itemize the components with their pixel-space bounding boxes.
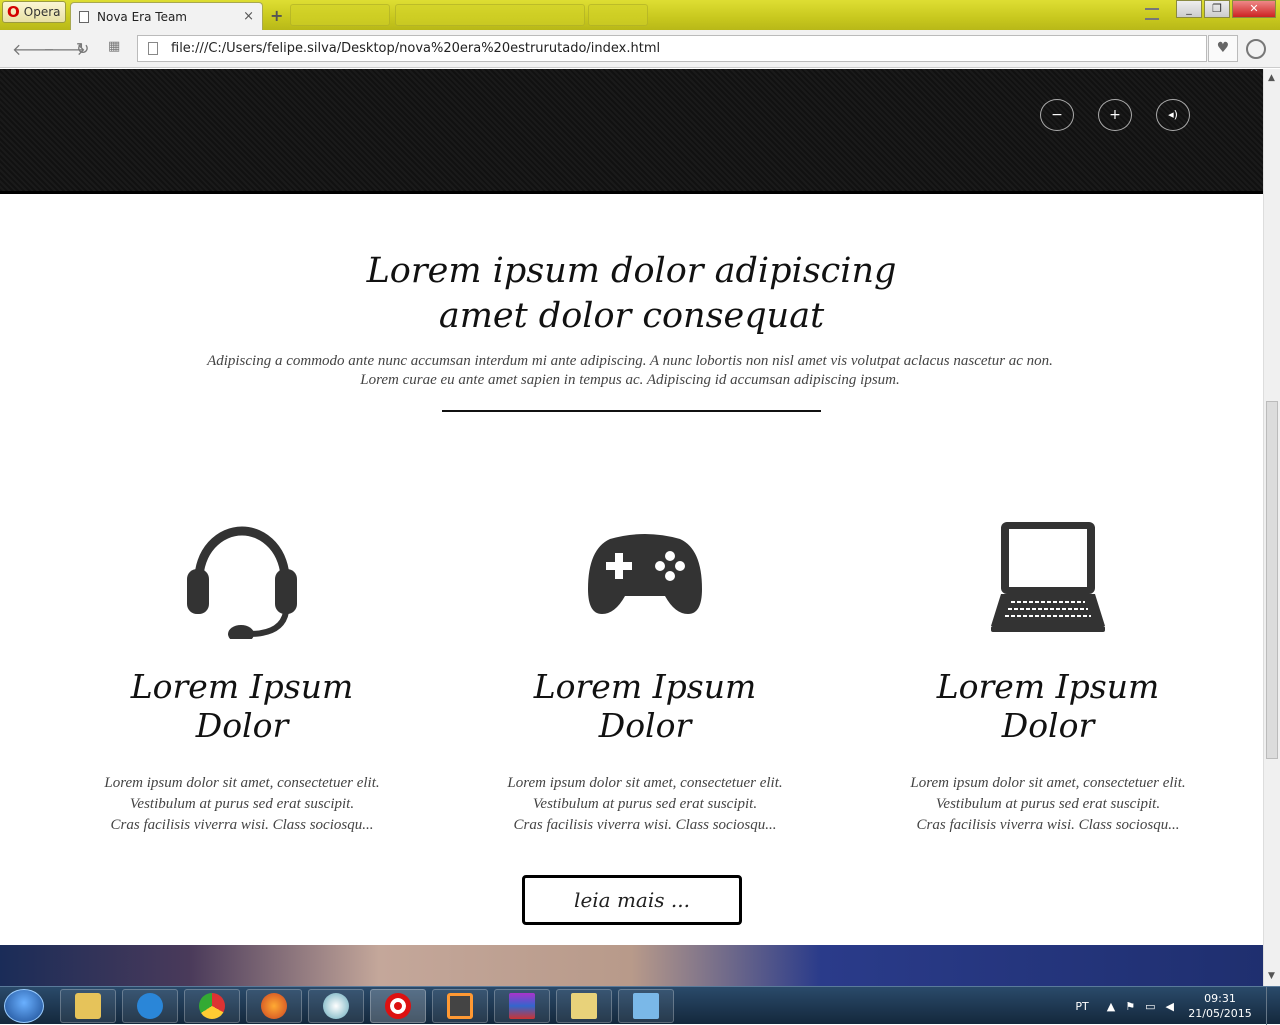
- winrar-icon: [509, 993, 535, 1019]
- read-more-button[interactable]: leia mais ...: [522, 875, 742, 925]
- windows-taskbar: PT ▲ ⚑ ▭ ◀ 09:31 21/05/2015: [0, 986, 1280, 1025]
- clock[interactable]: 09:31 21/05/2015: [1180, 991, 1260, 1021]
- feature-text: Lorem ipsum dolor sit amet, consectetuer…: [910, 775, 1186, 833]
- hero-banner: − + ◂): [0, 69, 1263, 194]
- opera-menu-button[interactable]: O Opera: [2, 1, 66, 23]
- bottom-banner-image: [0, 945, 1263, 986]
- intro-text-line1: Adipiscing a commodo ante nunc accumsan …: [207, 353, 1053, 369]
- zoom-out-button[interactable]: −: [1040, 99, 1074, 131]
- gamepad-icon: [588, 534, 702, 614]
- tab-title: Nova Era Team: [97, 9, 187, 24]
- speed-dial-icon[interactable]: ▦: [108, 39, 120, 54]
- taskbar-safari[interactable]: [308, 989, 364, 1023]
- page-icon: [148, 42, 158, 55]
- page-scrollbar[interactable]: ▲ ▼: [1263, 69, 1280, 986]
- network-icon[interactable]: ▭: [1145, 1000, 1155, 1013]
- show-desktop-button[interactable]: [1266, 987, 1280, 1025]
- cube-icon: [633, 993, 659, 1019]
- firefox-icon: [261, 993, 287, 1019]
- feature-card-1: Lorem Ipsum Dolor Lorem ipsum dolor sit …: [92, 514, 392, 836]
- headset-icon: [187, 526, 297, 639]
- url-input[interactable]: file:///C:/Users/felipe.silva/Desktop/no…: [137, 35, 1207, 62]
- scroll-down-icon[interactable]: ▼: [1268, 971, 1275, 981]
- window-controls: _ ❐ ✕: [1176, 0, 1276, 18]
- taskbar-explorer[interactable]: [60, 989, 116, 1023]
- reload-icon[interactable]: ↻: [76, 39, 89, 58]
- intro-title-line2: amet dolor consequat: [438, 296, 825, 336]
- start-button[interactable]: [4, 989, 44, 1023]
- background-tab[interactable]: [395, 4, 585, 26]
- mail-icon: [571, 993, 597, 1019]
- feature-title: Lorem Ipsum Dolor: [533, 667, 757, 745]
- browser-titlebar: O Opera Nova Era Team × + _ ❐ ✕: [0, 0, 1280, 30]
- feature-text: Lorem ipsum dolor sit amet, consectetuer…: [104, 775, 380, 833]
- background-tab[interactable]: [290, 4, 390, 26]
- taskbar-chrome[interactable]: [184, 989, 240, 1023]
- taskbar-opera[interactable]: [370, 989, 426, 1023]
- taskbar-ie[interactable]: [122, 989, 178, 1023]
- tab-nova-era-team[interactable]: Nova Era Team ×: [70, 2, 263, 30]
- bookmark-heart-icon[interactable]: ♥: [1208, 35, 1238, 62]
- section-divider: [442, 410, 821, 412]
- new-tab-button[interactable]: +: [270, 6, 283, 25]
- folder-icon: [75, 993, 101, 1019]
- account-icon[interactable]: [1246, 39, 1266, 59]
- page-icon: [79, 10, 89, 23]
- zoom-in-button[interactable]: +: [1098, 99, 1132, 131]
- feature-text: Lorem ipsum dolor sit amet, consectetuer…: [507, 775, 783, 833]
- tab-menu-icon[interactable]: [1145, 8, 1159, 20]
- clock-time: 09:31: [1204, 992, 1236, 1005]
- scrollbar-thumb[interactable]: [1266, 401, 1278, 759]
- language-indicator[interactable]: PT: [1075, 1000, 1088, 1013]
- feature-card-2: Lorem Ipsum Dolor Lorem ipsum dolor sit …: [495, 514, 795, 836]
- taskbar-app[interactable]: [618, 989, 674, 1023]
- chrome-icon: [199, 993, 225, 1019]
- taskbar-mail[interactable]: [556, 989, 612, 1023]
- intro-title-line1: Lorem ipsum dolor adipiscing: [366, 251, 897, 291]
- volume-button[interactable]: ◂): [1156, 99, 1190, 131]
- intro-title: Lorem ipsum dolor adipiscing amet dolor …: [0, 249, 1263, 339]
- opera-menu-label: Opera: [23, 5, 61, 19]
- taskbar-winrar[interactable]: [494, 989, 550, 1023]
- intro-text: Adipiscing a commodo ante nunc accumsan …: [180, 352, 1080, 390]
- sublime-icon: [447, 993, 473, 1019]
- url-text: file:///C:/Users/felipe.silva/Desktop/no…: [171, 41, 661, 56]
- background-tab[interactable]: [588, 4, 648, 26]
- show-hidden-icons-icon[interactable]: ▲: [1107, 1000, 1115, 1013]
- opera-logo-icon: O: [7, 3, 20, 21]
- system-tray: PT ▲ ⚑ ▭ ◀ 09:31 21/05/2015: [1075, 987, 1280, 1025]
- feature-title: Lorem Ipsum Dolor: [936, 667, 1160, 745]
- opera-icon: [385, 993, 411, 1019]
- intro-text-line2: Lorem curae eu ante amet sapien in tempu…: [360, 372, 900, 388]
- taskbar-sublime[interactable]: [432, 989, 488, 1023]
- laptop-icon: [991, 522, 1105, 632]
- page-viewport: − + ◂) Lorem ipsum dolor adipiscing amet…: [0, 69, 1263, 986]
- safari-icon: [323, 993, 349, 1019]
- minimize-button[interactable]: _: [1176, 0, 1202, 18]
- close-window-button[interactable]: ✕: [1232, 0, 1276, 18]
- clock-date: 21/05/2015: [1188, 1007, 1252, 1020]
- feature-card-3: Lorem Ipsum Dolor Lorem ipsum dolor sit …: [898, 514, 1198, 836]
- action-center-flag-icon[interactable]: ⚑: [1125, 1000, 1135, 1013]
- feature-title: Lorem Ipsum Dolor: [130, 667, 354, 745]
- tab-close-icon[interactable]: ×: [243, 9, 254, 24]
- address-bar: 🡐 🡒 ↻ ▦ file:///C:/Users/felipe.silva/De…: [0, 30, 1280, 68]
- taskbar-firefox[interactable]: [246, 989, 302, 1023]
- maximize-button[interactable]: ❐: [1204, 0, 1230, 18]
- ie-icon: [137, 993, 163, 1019]
- volume-muted-icon[interactable]: ◀: [1166, 1000, 1174, 1013]
- scroll-up-icon[interactable]: ▲: [1268, 73, 1275, 83]
